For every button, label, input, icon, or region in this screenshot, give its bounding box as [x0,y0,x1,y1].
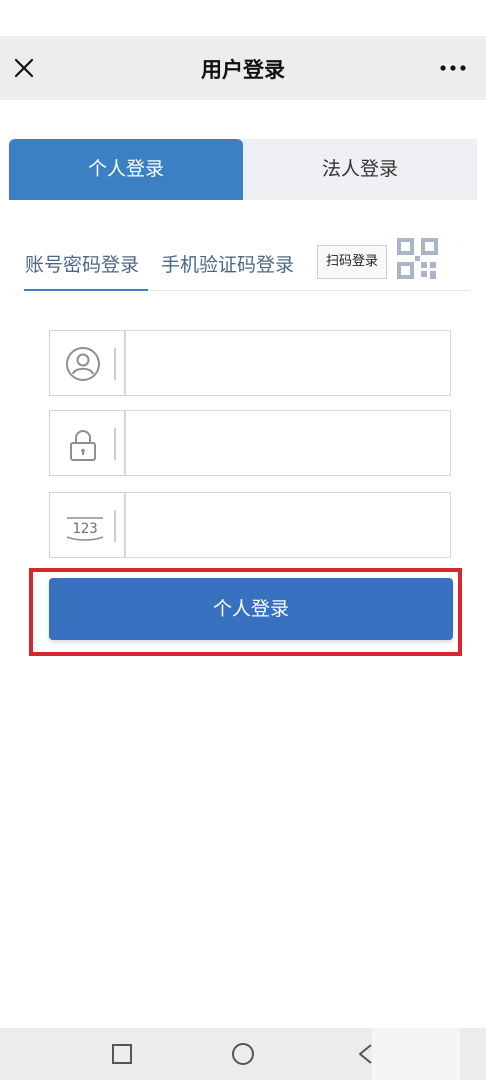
qr-login-button[interactable] [395,236,441,282]
username-row [49,330,451,396]
input-caret [114,348,116,380]
input-caret [114,510,116,542]
tab-account-password-login[interactable]: 账号密码登录 [25,250,139,277]
tab-legal-person-login[interactable]: 法人登录 [243,139,477,200]
captcha-icon: 123 [65,514,105,541]
password-row [49,410,451,476]
login-type-tabs: 个人登录 法人登录 [9,139,477,200]
input-caret [114,428,116,460]
qr-code-icon [397,238,438,279]
personal-login-button[interactable]: 个人登录 [49,578,453,640]
page-title: 用户登录 [201,58,285,82]
more-icon [440,65,466,71]
tab-personal-login[interactable]: 个人登录 [9,139,243,200]
back-button[interactable] [352,1040,380,1068]
username-input[interactable] [125,330,451,396]
home-button[interactable] [229,1040,257,1068]
captcha-row: 123 [49,492,451,558]
password-input[interactable] [125,410,451,476]
login-method-tabs: 账号密码登录 手机验证码登录 扫码登录 [0,232,486,292]
lock-icon [70,430,96,461]
captcha-icon-box: 123 [49,492,125,558]
user-icon [66,347,100,381]
title-bar: 用户登录 [0,36,486,100]
username-icon-box [49,330,125,396]
recent-apps-button[interactable] [108,1040,136,1068]
nav-blur-area [372,1028,460,1080]
back-triangle-icon [359,1044,372,1064]
captcha-icon-text: 123 [72,521,97,537]
tab-sms-code-login[interactable]: 手机验证码登录 [161,250,294,277]
password-icon-box [49,410,125,476]
captcha-input[interactable] [125,492,451,558]
qr-login-tooltip: 扫码登录 [317,245,387,279]
square-icon [112,1044,132,1064]
circle-icon [232,1043,254,1065]
active-tab-underline [24,289,148,291]
system-nav-bar [0,1028,486,1080]
more-button[interactable] [438,58,468,78]
